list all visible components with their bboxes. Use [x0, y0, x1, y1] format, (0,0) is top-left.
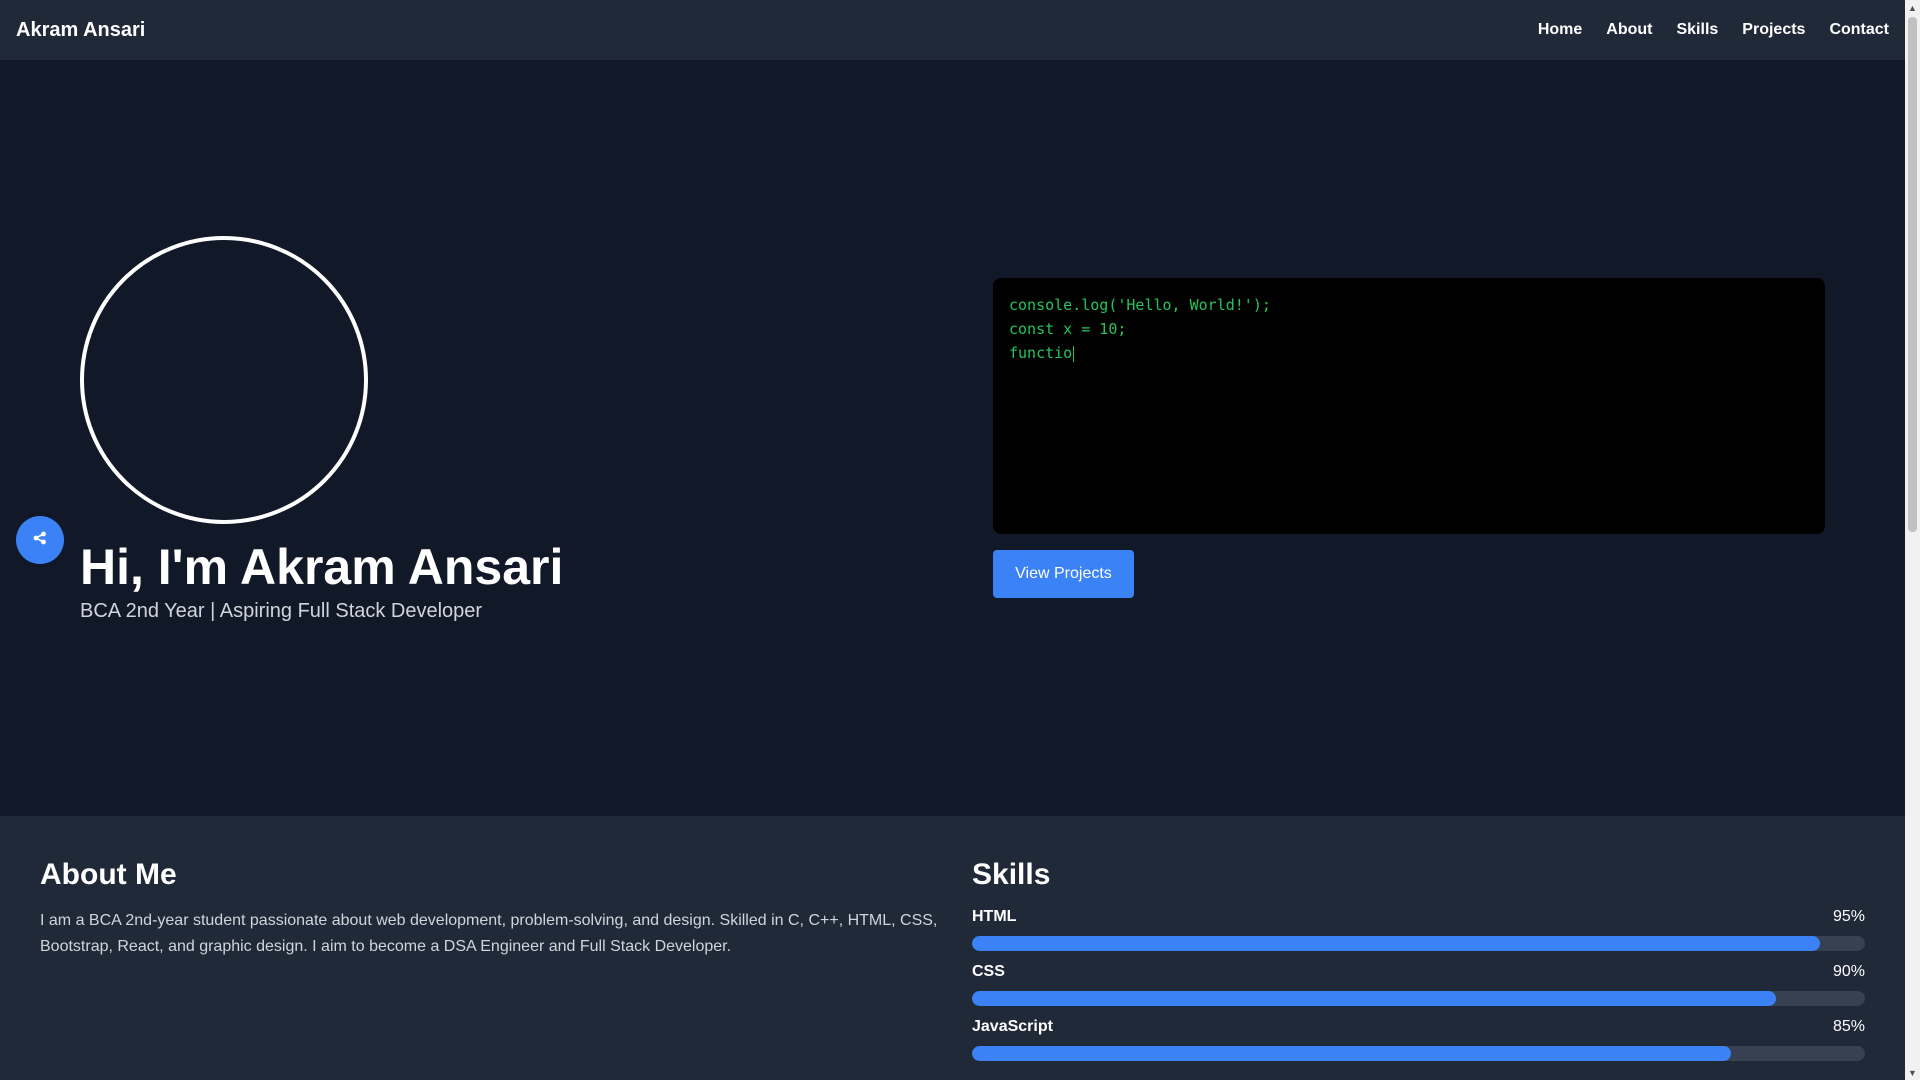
skill-header: HTML 95%	[972, 906, 1865, 928]
skill-progress-fill	[972, 936, 1821, 951]
about-section: About Me I am a BCA 2nd-year student pas…	[40, 858, 940, 960]
about-title: About Me	[40, 858, 177, 891]
typing-cursor	[1073, 345, 1075, 362]
skill-percent: 90%	[1832, 963, 1865, 980]
skill-percent: 85%	[1832, 1018, 1865, 1035]
skill-name: CSS	[972, 963, 1005, 980]
skill-item: JavaScript 85%	[972, 1016, 1865, 1061]
skill-header: JavaScript 85%	[972, 1016, 1865, 1038]
skill-progress-fill	[972, 991, 1776, 1006]
vertical-scrollbar[interactable]: ▲ ▼	[1905, 0, 1920, 1080]
nav-links: Home About Skills Projects Contact	[1538, 21, 1889, 39]
nav-link-about[interactable]: About	[1606, 21, 1652, 39]
skill-progress-track	[972, 936, 1865, 951]
scroll-down-arrow-icon[interactable]: ▼	[1905, 1065, 1920, 1080]
hero-subtitle: BCA 2nd Year | Aspiring Full Stack Devel…	[80, 600, 483, 622]
page-content: Akram Ansari Home About Skills Projects …	[0, 0, 1905, 1080]
skill-header: CSS 90%	[972, 961, 1865, 983]
brand-logo[interactable]: Akram Ansari	[16, 19, 145, 42]
code-terminal: console.log('Hello, World!'); const x = …	[993, 278, 1825, 534]
page: Akram Ansari Home About Skills Projects …	[0, 0, 1920, 1080]
code-line: console.log('Hello, World!');	[1009, 296, 1271, 314]
code-line: functio	[1009, 344, 1073, 362]
nav-link-contact[interactable]: Contact	[1829, 21, 1889, 39]
scrollbar-thumb[interactable]	[1908, 17, 1917, 532]
scroll-up-arrow-icon[interactable]: ▲	[1905, 0, 1920, 15]
avatar	[80, 236, 368, 524]
nav-link-skills[interactable]: Skills	[1676, 21, 1718, 39]
hero-title: Hi, I'm Akram Ansari	[80, 539, 564, 595]
skill-progress-fill	[972, 1046, 1732, 1061]
skill-name: HTML	[972, 908, 1017, 925]
share-icon	[32, 530, 48, 551]
skill-item: HTML 95%	[972, 906, 1865, 951]
navbar: Akram Ansari Home About Skills Projects …	[0, 0, 1905, 60]
skills-section: Skills HTML 95% CSS 90% JavaScript 85%	[972, 858, 1865, 1061]
code-line: const x = 10;	[1009, 320, 1127, 338]
share-button[interactable]	[16, 516, 64, 564]
about-skills-section: About Me I am a BCA 2nd-year student pas…	[0, 816, 1905, 1080]
skill-item: CSS 90%	[972, 961, 1865, 1006]
hero-section: Hi, I'm Akram Ansari BCA 2nd Year | Aspi…	[0, 60, 1905, 816]
skill-percent: 95%	[1832, 908, 1865, 925]
skill-progress-track	[972, 991, 1865, 1006]
skills-title: Skills	[972, 858, 1051, 891]
about-text: I am a BCA 2nd-year student passionate a…	[40, 912, 938, 955]
skill-progress-track	[972, 1046, 1865, 1061]
skill-name: JavaScript	[972, 1018, 1053, 1035]
nav-link-projects[interactable]: Projects	[1742, 21, 1805, 39]
view-projects-button[interactable]: View Projects	[993, 550, 1134, 598]
code-line-typing: functio	[1009, 341, 1809, 365]
nav-link-home[interactable]: Home	[1538, 21, 1582, 39]
